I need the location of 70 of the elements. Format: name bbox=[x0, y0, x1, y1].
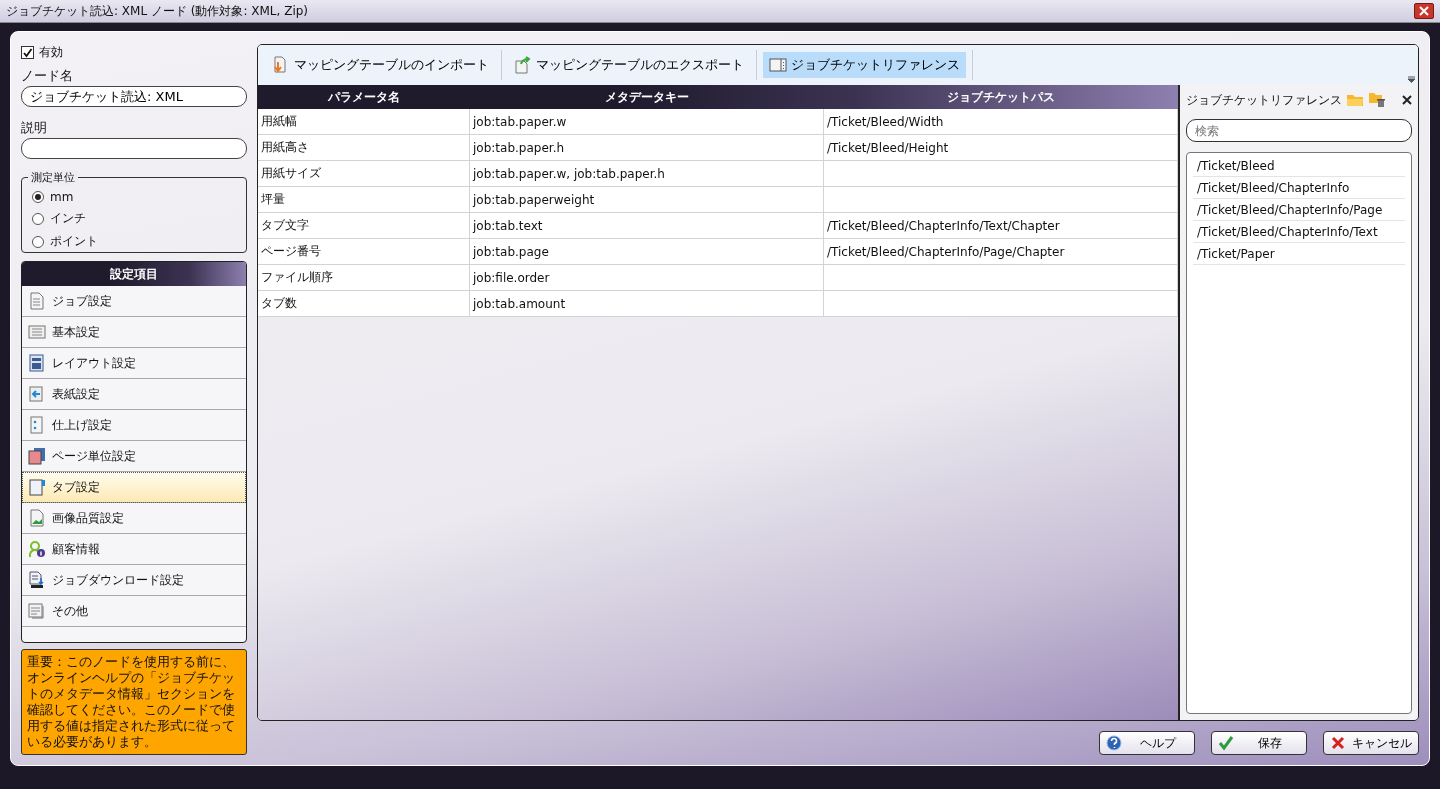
list-item[interactable]: /Ticket/Bleed/ChapterInfo/Text bbox=[1193, 221, 1405, 243]
enabled-checkbox[interactable] bbox=[21, 46, 34, 59]
radio-button[interactable] bbox=[32, 212, 44, 225]
overflow-icon bbox=[1408, 76, 1415, 83]
document-icon bbox=[514, 56, 532, 74]
settings-item[interactable]: 仕上げ設定 bbox=[22, 410, 246, 441]
group-title: 測定単位 bbox=[28, 170, 78, 185]
help-icon bbox=[1106, 735, 1122, 751]
toolbar-button[interactable]: ジョブチケットリファレンス bbox=[763, 52, 966, 78]
panel-icon bbox=[769, 56, 787, 74]
close-icon bbox=[1419, 6, 1429, 16]
settings-item[interactable]: タブ設定 bbox=[22, 472, 246, 503]
table-cell: 用紙サイズ bbox=[258, 161, 470, 186]
table-cell: job:tab.paper.w, job:tab.paper.h bbox=[470, 161, 824, 186]
table-cell: タブ数 bbox=[258, 291, 470, 316]
column-header[interactable]: ジョブチケットパス bbox=[824, 85, 1178, 109]
toolbar-button[interactable]: マッピングテーブルのエクスポート bbox=[508, 52, 750, 78]
dialog-button[interactable]: キャンセル bbox=[1323, 731, 1419, 755]
table-cell: 用紙幅 bbox=[258, 109, 470, 134]
table-cell: 坪量 bbox=[258, 187, 470, 212]
settings-item[interactable]: 画像品質設定 bbox=[22, 503, 246, 534]
table-cell: job:tab.paper.w bbox=[470, 109, 824, 134]
field-label: ノード名 bbox=[21, 67, 74, 85]
list-item[interactable]: /Ticket/Bleed/ChapterInfo bbox=[1193, 177, 1405, 199]
table-cell: job:tab.amount bbox=[470, 291, 824, 316]
settings-item[interactable]: レイアウト設定 bbox=[22, 348, 246, 379]
table-cell: job:tab.page bbox=[470, 239, 824, 264]
warning-notice: 重要：このノードを使用する前に、オンラインヘルプの「ジョブチケットのメタデータ情報」セクションを確認してください。このノードで使用する値は指定された形式に従っている必要があります。 bbox=[21, 649, 247, 755]
settings-item[interactable]: その他 bbox=[22, 596, 246, 627]
radio-label: mm bbox=[50, 190, 74, 204]
node-name-field[interactable]: ジョブチケット読込: XML bbox=[21, 86, 247, 107]
table-cell: ページ番号 bbox=[258, 239, 470, 264]
description-field[interactable] bbox=[21, 138, 247, 159]
list-item[interactable]: /Ticket/Bleed/ChapterInfo/Page bbox=[1193, 199, 1405, 221]
settings-item[interactable]: ジョブダウンロード設定 bbox=[22, 565, 246, 596]
field-label: 説明 bbox=[21, 119, 48, 137]
settings-item[interactable]: 表紙設定 bbox=[22, 379, 246, 410]
table-cell: ファイル順序 bbox=[258, 265, 470, 290]
close-button[interactable] bbox=[1414, 3, 1434, 19]
dialog-button[interactable]: 保存 bbox=[1211, 731, 1307, 755]
column-header[interactable]: パラメータ名 bbox=[258, 85, 470, 109]
radio-button[interactable] bbox=[32, 191, 44, 203]
table-cell: job:tab.text bbox=[470, 213, 824, 238]
table-cell: job:tab.paperweight bbox=[470, 187, 824, 212]
checkbox-label: 有効 bbox=[39, 44, 63, 61]
panel-header: 設定項目 bbox=[22, 262, 246, 286]
close-icon bbox=[1330, 735, 1346, 751]
settings-item[interactable]: ジョブ設定 bbox=[22, 286, 246, 317]
folder-icon bbox=[1346, 93, 1364, 107]
window-title: ジョブチケット読込: XML ノード (動作対象: XML, Zip) bbox=[6, 2, 309, 20]
radio-label: インチ bbox=[50, 210, 86, 227]
panel-title: ジョブチケットリファレンス bbox=[1186, 91, 1342, 109]
folder-delete-icon bbox=[1368, 92, 1386, 108]
close-icon bbox=[1402, 95, 1412, 105]
list-item[interactable]: /Ticket/Paper bbox=[1193, 243, 1405, 265]
dialog-button[interactable]: ヘルプ bbox=[1099, 731, 1195, 755]
list-item[interactable]: /Ticket/Bleed bbox=[1193, 155, 1405, 177]
table-cell: job:tab.paper.h bbox=[470, 135, 824, 160]
search-field[interactable]: 検索 bbox=[1186, 119, 1412, 142]
radio-label: ポイント bbox=[50, 233, 98, 250]
settings-item[interactable]: 基本設定 bbox=[22, 317, 246, 348]
check-icon bbox=[22, 47, 33, 58]
settings-item[interactable]: 顧客情報 bbox=[22, 534, 246, 565]
toolbar-button[interactable]: マッピングテーブルのインポート bbox=[266, 52, 495, 78]
table-cell: タブ文字 bbox=[258, 213, 470, 238]
table-cell: 用紙高さ bbox=[258, 135, 470, 160]
table-cell: job:file.order bbox=[470, 265, 824, 290]
column-header[interactable]: メタデータキー bbox=[470, 85, 824, 109]
check-icon bbox=[1218, 735, 1234, 751]
radio-button[interactable] bbox=[32, 235, 44, 248]
